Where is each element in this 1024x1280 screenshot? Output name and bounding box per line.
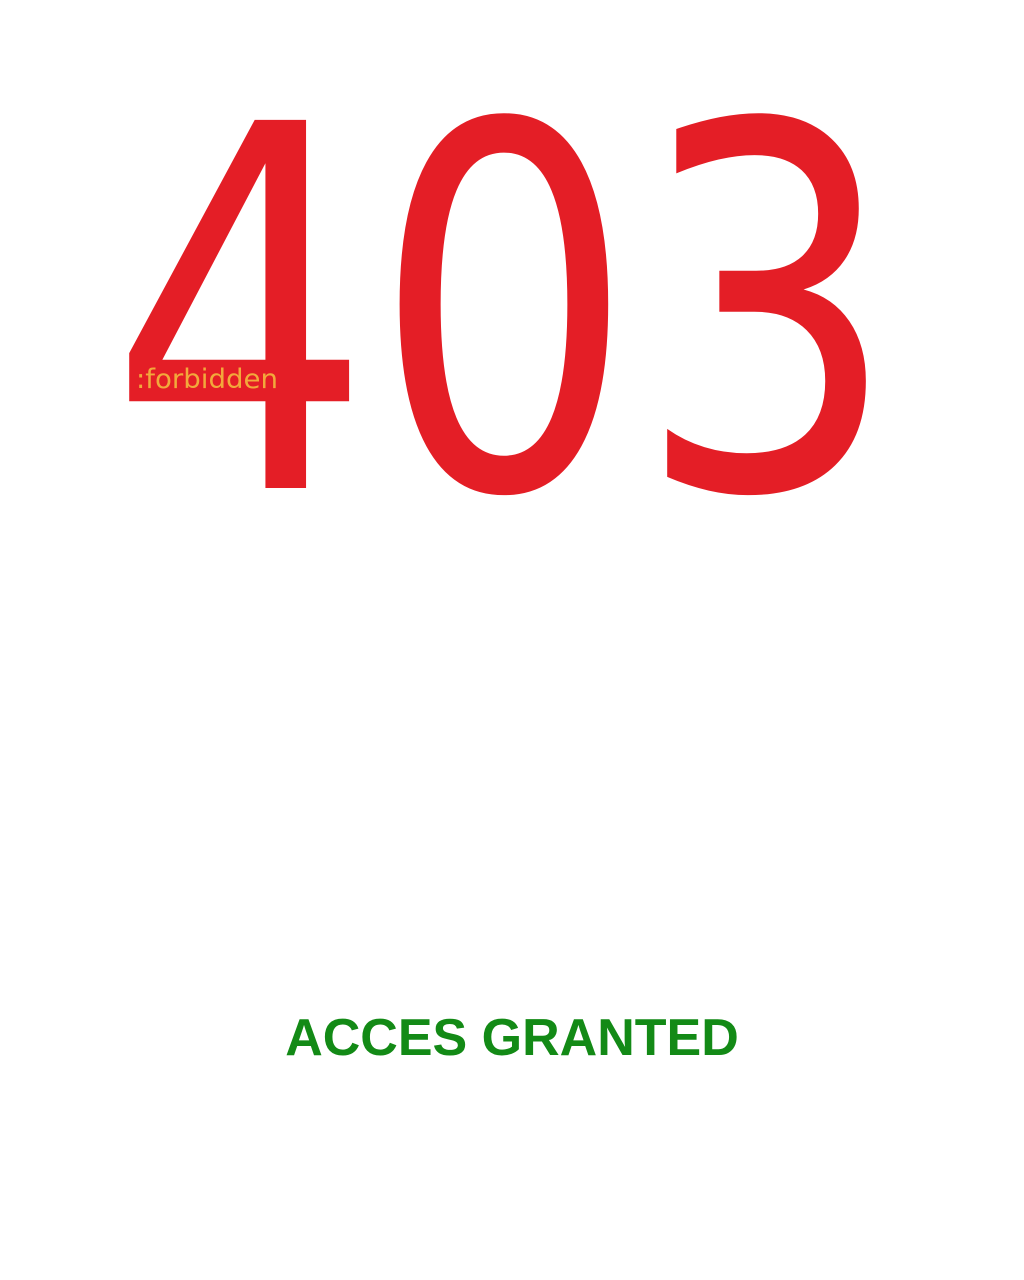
- status-message: ACCES GRANTED: [285, 1009, 739, 1067]
- error-code: 403: [109, 20, 899, 600]
- error-403-logo: 403 :forbidden: [0, 0, 1024, 600]
- error-label: :forbidden: [136, 364, 278, 395]
